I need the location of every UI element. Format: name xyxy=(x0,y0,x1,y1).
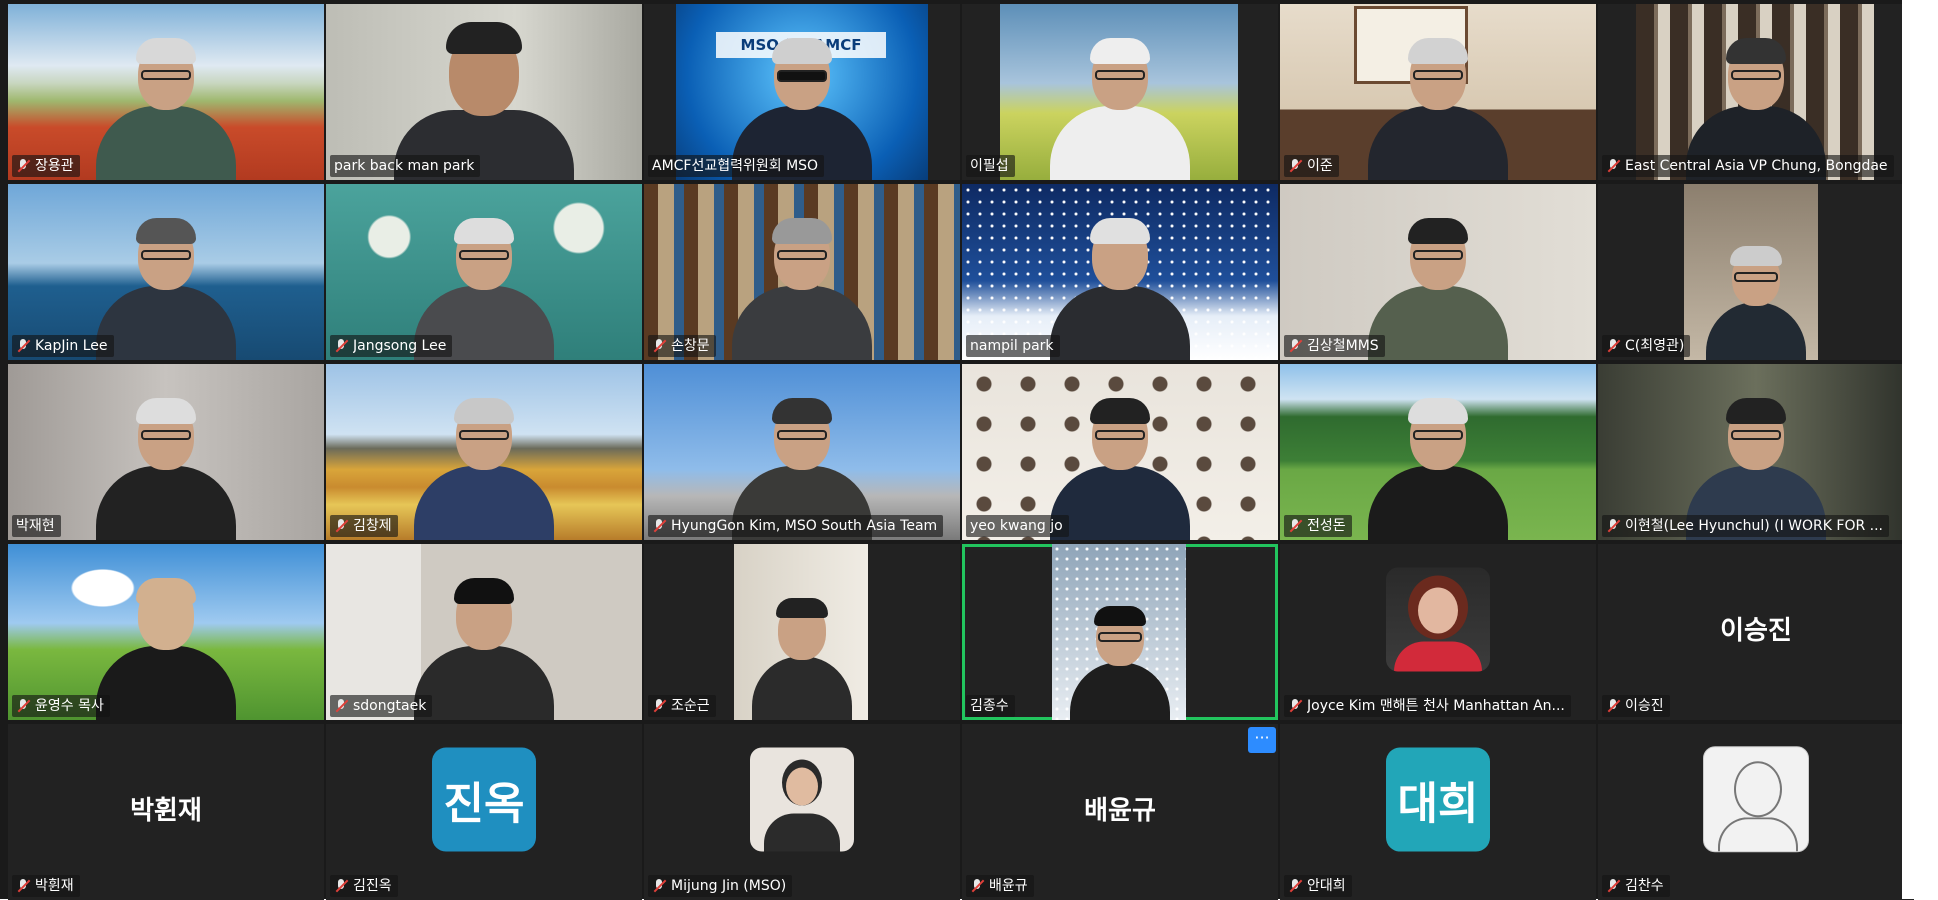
participant-name-tag: Jangsong Lee xyxy=(330,335,453,357)
mic-muted-icon xyxy=(1288,879,1302,893)
mic-muted-icon xyxy=(652,519,666,533)
participant-tile[interactable]: HyungGon Kim, MSO South Asia Team xyxy=(644,364,960,540)
participant-tile[interactable]: KapJin Lee xyxy=(8,184,324,360)
avatar-initials: 진옥 xyxy=(432,747,536,852)
profile-photo xyxy=(1386,567,1490,672)
mic-muted-icon xyxy=(16,339,30,353)
participant-tile[interactable]: 이승진 이승진 xyxy=(1598,544,1914,720)
participant-tile[interactable]: park back man park xyxy=(326,4,642,180)
participant-name-tag: 장용관 xyxy=(12,155,80,177)
participant-tile[interactable]: yeo kwang jo xyxy=(962,364,1278,540)
mic-muted-icon xyxy=(16,879,30,893)
participant-tile[interactable]: Joyce Kim 맨해튼 천사 Manhattan An... xyxy=(1280,544,1596,720)
participant-tile[interactable]: 대희 안대희 xyxy=(1280,724,1596,900)
participant-tile[interactable]: 박재현 xyxy=(8,364,324,540)
mic-muted-icon xyxy=(334,699,348,713)
participant-name-tag: 이현철(Lee Hyunchul) (I WORK FOR ... xyxy=(1602,515,1889,537)
participant-name-tag: nampil park xyxy=(966,335,1060,357)
participant-name-tag: 이필섭 xyxy=(966,155,1015,177)
mic-muted-icon xyxy=(652,879,666,893)
participant-tile[interactable]: Jangsong Lee xyxy=(326,184,642,360)
participant-display-name: 이승진 xyxy=(1720,615,1792,646)
participant-name-tag: 손창문 xyxy=(648,335,716,357)
participant-tile[interactable]: 장용관 xyxy=(8,4,324,180)
participant-tile[interactable]: 전성돈 xyxy=(1280,364,1596,540)
participant-tile[interactable]: 진옥 김진옥 xyxy=(326,724,642,900)
mic-muted-icon xyxy=(1606,519,1620,533)
participant-name-tag: Joyce Kim 맨해튼 천사 Manhattan An... xyxy=(1284,695,1571,717)
participant-name-tag: C(최영관) xyxy=(1602,335,1691,357)
participant-name-tag: 김상철MMS xyxy=(1284,335,1385,357)
participant-name-tag: 이승진 xyxy=(1602,695,1670,717)
mic-muted-icon xyxy=(1606,879,1620,893)
participant-tile[interactable]: sdongtaek xyxy=(326,544,642,720)
mic-muted-icon xyxy=(1606,699,1620,713)
participant-tile[interactable]: 배윤규 배윤규 xyxy=(962,724,1278,900)
mic-muted-icon xyxy=(1288,339,1302,353)
profile-photo xyxy=(1703,746,1809,853)
mic-muted-icon xyxy=(334,879,348,893)
more-options-button[interactable]: ··· xyxy=(1248,727,1276,753)
participant-name-tag: 배윤규 xyxy=(966,875,1034,897)
participant-tile[interactable]: Mijung Jin (MSO) xyxy=(644,724,960,900)
video-gallery: 장용관 park back man park MSO for AMCF AMCF… xyxy=(0,0,1914,900)
mic-muted-icon xyxy=(1288,699,1302,713)
profile-photo xyxy=(750,747,854,852)
participant-display-name: 박휜재 xyxy=(130,795,202,826)
participant-grid: 장용관 park back man park MSO for AMCF AMCF… xyxy=(8,4,1914,900)
participant-name-tag: 박재현 xyxy=(12,515,61,537)
participant-tile[interactable]: 손창문 xyxy=(644,184,960,360)
participant-name-tag: 안대희 xyxy=(1284,875,1352,897)
participant-name-tag: KapJin Lee xyxy=(12,335,114,357)
participant-name-tag: park back man park xyxy=(330,155,481,177)
mic-muted-icon xyxy=(16,159,30,173)
participant-tile[interactable]: East Central Asia VP Chung, Bongdae xyxy=(1598,4,1914,180)
participant-tile[interactable]: 조순근 xyxy=(644,544,960,720)
participant-name-tag: HyungGon Kim, MSO South Asia Team xyxy=(648,515,944,537)
mic-muted-icon xyxy=(652,699,666,713)
mic-muted-icon xyxy=(1606,339,1620,353)
participant-tile-active-speaker[interactable]: 김종수 xyxy=(962,544,1278,720)
mic-muted-icon xyxy=(334,339,348,353)
mic-muted-icon xyxy=(16,699,30,713)
participant-name-tag: 김종수 xyxy=(966,695,1015,717)
participant-tile[interactable]: 윤영수 목사 xyxy=(8,544,324,720)
participant-tile[interactable]: 김상철MMS xyxy=(1280,184,1596,360)
participant-tile[interactable]: 김창제 xyxy=(326,364,642,540)
participant-name-tag: 김진옥 xyxy=(330,875,398,897)
participant-name-tag: sdongtaek xyxy=(330,695,433,717)
participant-name-tag: 이준 xyxy=(1284,155,1339,177)
participant-tile[interactable]: 박휜재 박휜재 xyxy=(8,724,324,900)
participant-name-tag: AMCF선교협력위원회 MSO xyxy=(648,155,825,177)
mic-muted-icon xyxy=(652,339,666,353)
mic-muted-icon xyxy=(1288,159,1302,173)
mic-muted-icon xyxy=(1288,519,1302,533)
participant-name-tag: 조순근 xyxy=(648,695,716,717)
mic-muted-icon xyxy=(334,519,348,533)
participant-tile[interactable]: 이준 xyxy=(1280,4,1596,180)
participant-tile[interactable]: nampil park xyxy=(962,184,1278,360)
participant-name-tag: Mijung Jin (MSO) xyxy=(648,875,793,897)
participant-name-tag: 김창제 xyxy=(330,515,398,537)
window-edge xyxy=(1902,0,1938,899)
participant-tile[interactable]: C(최영관) xyxy=(1598,184,1914,360)
participant-tile[interactable]: 김찬수 xyxy=(1598,724,1914,900)
participant-name-tag: 박휜재 xyxy=(12,875,80,897)
participant-display-name: 배윤규 xyxy=(1084,795,1156,826)
participant-tile[interactable]: 이필섭 xyxy=(962,4,1278,180)
mic-muted-icon xyxy=(1606,159,1620,173)
participant-name-tag: 전성돈 xyxy=(1284,515,1352,537)
participant-tile[interactable]: 이현철(Lee Hyunchul) (I WORK FOR ... xyxy=(1598,364,1914,540)
avatar-initials: 대희 xyxy=(1386,747,1490,852)
participant-tile[interactable]: MSO for AMCF AMCF선교협력위원회 MSO xyxy=(644,4,960,180)
participant-name-tag: yeo kwang jo xyxy=(966,515,1069,537)
participant-name-tag: East Central Asia VP Chung, Bongdae xyxy=(1602,155,1894,177)
participant-name-tag: 윤영수 목사 xyxy=(12,695,110,717)
mic-muted-icon xyxy=(970,879,984,893)
participant-name-tag: 김찬수 xyxy=(1602,875,1670,897)
